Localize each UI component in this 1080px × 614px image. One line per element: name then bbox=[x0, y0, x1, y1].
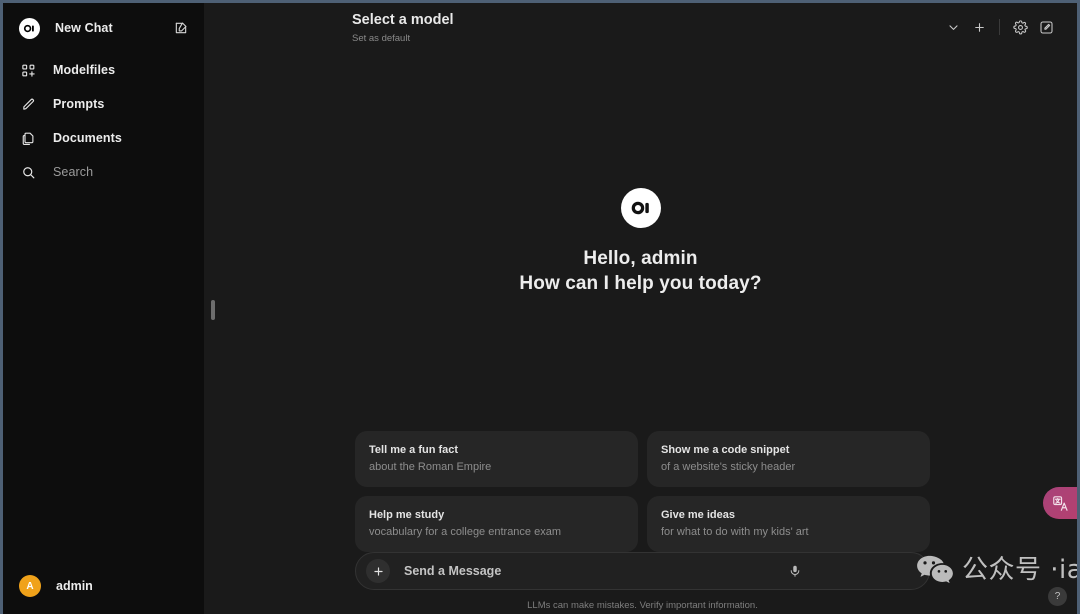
sidebar-item-label: Prompts bbox=[53, 97, 105, 111]
suggestion-subtitle: of a website's sticky header bbox=[661, 461, 796, 473]
suggestion-subtitle: for what to do with my kids' art bbox=[661, 526, 809, 538]
sidebar-item-label: Documents bbox=[53, 131, 122, 145]
sidebar-item-modelfiles[interactable]: Modelfiles bbox=[7, 55, 200, 85]
suggestion-subtitle: vocabulary for a college entrance exam bbox=[369, 526, 561, 538]
suggestion-title: Give me ideas bbox=[661, 509, 735, 521]
search-icon bbox=[19, 163, 38, 182]
suggestion-card[interactable]: Tell me a fun fact about the Roman Empir… bbox=[355, 431, 638, 487]
openwebui-logo-icon bbox=[19, 17, 40, 39]
suggestion-title: Help me study bbox=[369, 509, 445, 521]
sidebar-item-label: New Chat bbox=[55, 21, 113, 35]
sidebar-item-new-chat[interactable]: New Chat bbox=[7, 13, 200, 43]
greeting-text: Hello, admin How can I help you today? bbox=[519, 246, 761, 296]
top-bar: Select a model Set as default bbox=[204, 3, 1077, 53]
openwebui-logo-icon bbox=[620, 188, 661, 228]
sidebar-item-documents[interactable]: Documents bbox=[7, 123, 200, 153]
suggestion-cards: Tell me a fun fact about the Roman Empir… bbox=[355, 431, 930, 552]
suggestion-subtitle: about the Roman Empire bbox=[369, 461, 492, 473]
greeting-line-2: How can I help you today? bbox=[519, 273, 762, 294]
user-name-label: admin bbox=[56, 579, 93, 593]
wechat-watermark: 公众号 ·iamtonybai bbox=[916, 554, 1077, 586]
pencil-square-icon[interactable] bbox=[174, 21, 188, 35]
set-as-default-link[interactable]: Set as default bbox=[352, 33, 454, 45]
suggestion-card[interactable]: Show me a code snippet of a website's st… bbox=[647, 431, 930, 487]
edit-square-icon[interactable] bbox=[1033, 14, 1059, 40]
sidebar: New Chat Modelfiles Prompts Documents Se… bbox=[3, 3, 204, 614]
help-button[interactable]: ? bbox=[1048, 587, 1067, 606]
microphone-icon[interactable] bbox=[783, 559, 807, 583]
chevron-down-icon[interactable] bbox=[940, 14, 966, 40]
message-input[interactable] bbox=[404, 564, 783, 578]
settings-gear-icon[interactable] bbox=[1007, 14, 1033, 40]
translate-icon[interactable] bbox=[1043, 487, 1077, 519]
sidebar-item-search[interactable]: Search bbox=[7, 157, 200, 187]
suggestion-card[interactable]: Help me study vocabulary for a college e… bbox=[355, 496, 638, 552]
page-title: Select a model bbox=[352, 12, 454, 28]
model-selector[interactable]: Select a model Set as default bbox=[352, 11, 454, 45]
sidebar-resize-handle[interactable] bbox=[211, 300, 215, 320]
modelfiles-grid-icon bbox=[19, 61, 38, 80]
watermark-text: 公众号 ·iamtonybai bbox=[962, 555, 1077, 585]
greeting-line-1: Hello, admin bbox=[583, 248, 698, 269]
top-bar-actions bbox=[940, 11, 1059, 40]
suggestion-card[interactable]: Give me ideas for what to do with my kid… bbox=[647, 496, 930, 552]
plus-icon[interactable] bbox=[966, 14, 992, 40]
sidebar-item-prompts[interactable]: Prompts bbox=[7, 89, 200, 119]
add-attachment-plus-icon[interactable] bbox=[366, 559, 390, 583]
suggestion-title: Show me a code snippet bbox=[661, 444, 790, 456]
sidebar-user-menu[interactable]: A admin bbox=[7, 568, 200, 604]
documents-copy-icon bbox=[19, 129, 38, 148]
sidebar-item-label: Search bbox=[53, 165, 94, 179]
main-content: Select a model Set as default Hello, adm… bbox=[204, 3, 1077, 614]
suggestion-title: Tell me a fun fact bbox=[369, 444, 459, 456]
message-composer[interactable] bbox=[355, 552, 930, 590]
toolbar-divider bbox=[999, 19, 1000, 35]
app-window: New Chat Modelfiles Prompts Documents Se… bbox=[3, 3, 1077, 614]
pencil-icon bbox=[19, 95, 38, 114]
avatar: A bbox=[19, 575, 41, 597]
sidebar-item-label: Modelfiles bbox=[53, 63, 116, 77]
composer-area: LLMs can make mistakes. Verify important… bbox=[355, 552, 930, 611]
disclaimer-text: LLMs can make mistakes. Verify important… bbox=[527, 600, 758, 611]
welcome-hero: Hello, admin How can I help you today? bbox=[204, 188, 1077, 296]
